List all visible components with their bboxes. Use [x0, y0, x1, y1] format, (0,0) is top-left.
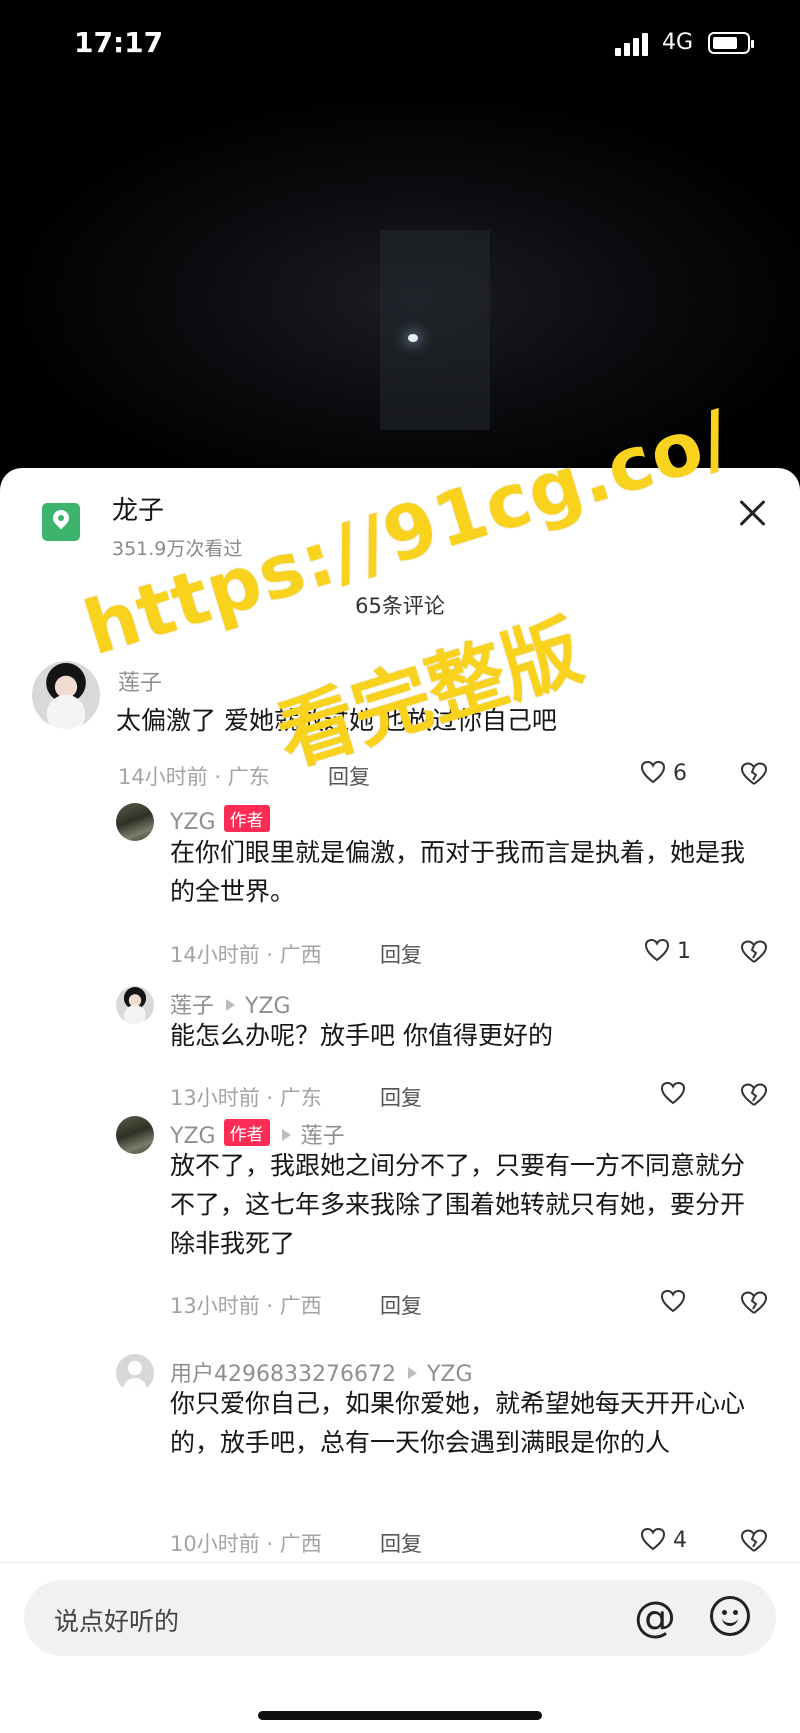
avatar[interactable] [116, 1116, 154, 1154]
heart-icon [660, 1289, 686, 1313]
comment-time: 14小时前 · 广西 [170, 943, 322, 967]
reply-button[interactable]: 回复 [380, 1290, 422, 1320]
author-badge: 作者 [223, 805, 270, 832]
reply-arrow-icon [226, 999, 236, 1011]
broken-heart-icon[interactable] [740, 1082, 768, 1108]
like-button[interactable]: 4 [640, 1527, 687, 1553]
comment-text: 能怎么办呢？放手吧 你值得更好的 [170, 1021, 553, 1050]
heart-icon [660, 1081, 686, 1105]
comment-username[interactable]: YZG 作者 [170, 805, 270, 835]
divider [0, 1562, 800, 1563]
comment-input[interactable]: 说点好听的 @ [24, 1580, 776, 1656]
comments-count: 65条评论 [355, 594, 445, 618]
avatar[interactable] [32, 661, 100, 729]
video-light [408, 334, 418, 342]
signal-icon [615, 32, 655, 56]
comment-text: 太偏激了 爱她就放过她 也放过你自己吧 [116, 706, 557, 735]
emoji-icon[interactable] [710, 1596, 750, 1636]
like-button[interactable]: 6 [640, 760, 687, 786]
avatar[interactable] [116, 1354, 154, 1392]
network-label: 4G [662, 30, 694, 55]
broken-heart-icon[interactable] [740, 1290, 768, 1316]
battery-icon [708, 32, 754, 54]
video-scene [380, 230, 490, 430]
broken-heart-icon[interactable] [740, 761, 768, 787]
avatar[interactable] [116, 986, 154, 1024]
location-views: 351.9万次看过 [112, 538, 243, 560]
broken-heart-icon[interactable] [740, 1528, 768, 1554]
video-player[interactable] [0, 90, 800, 470]
comment-time: 13小时前 · 广西 [170, 1294, 322, 1318]
status-bar: 17:17 4G [0, 0, 800, 90]
location-pin-icon[interactable] [42, 503, 80, 541]
like-count: 6 [673, 761, 687, 786]
author-badge: 作者 [223, 1119, 270, 1146]
heart-icon [640, 760, 666, 784]
like-button[interactable]: 1 [644, 938, 691, 964]
reply-arrow-icon [407, 1367, 417, 1379]
comment-text: 你只爱你自己，如果你爱她，就希望她每天开开心心的，放手吧，总有一天你会遇到满眼是… [170, 1389, 746, 1457]
like-button[interactable] [660, 1289, 686, 1315]
reply-button[interactable]: 回复 [380, 1082, 422, 1112]
comment-input-placeholder: 说点好听的 [54, 1607, 180, 1636]
broken-heart-icon[interactable] [740, 939, 768, 965]
comment-text: 在你们眼里就是偏激，而对于我而言是执着，她是我的全世界。 [170, 838, 746, 906]
status-time: 17:17 [74, 26, 164, 59]
comment-time: 13小时前 · 广东 [170, 1086, 322, 1110]
comment-sheet: 龙子 351.9万次看过 65条评论 莲子 太偏激了 爱她就放过她 也放过你自己… [0, 468, 800, 1733]
like-count: 4 [673, 1528, 687, 1553]
comment-username[interactable]: 莲子 [118, 665, 162, 697]
location-name[interactable]: 龙子 [112, 490, 164, 527]
comment-time: 14小时前 · 广东 [118, 765, 270, 789]
like-button[interactable] [660, 1081, 686, 1107]
heart-icon [644, 938, 670, 962]
reply-arrow-icon [281, 1129, 291, 1141]
like-count: 1 [677, 939, 691, 964]
comment-text: 放不了，我跟她之间分不了，只要有一方不同意就分不了，这七年多来我除了围着她转就只… [170, 1151, 746, 1258]
reply-button[interactable]: 回复 [380, 1528, 422, 1558]
close-icon[interactable] [736, 496, 770, 530]
reply-button[interactable]: 回复 [380, 939, 422, 969]
comment-time: 10小时前 · 广西 [170, 1532, 322, 1556]
heart-icon [640, 1527, 666, 1551]
avatar[interactable] [116, 803, 154, 841]
at-mention-icon[interactable]: @ [634, 1594, 676, 1640]
username-text: YZG [170, 810, 216, 835]
home-indicator[interactable] [258, 1711, 542, 1720]
reply-button[interactable]: 回复 [328, 761, 370, 791]
